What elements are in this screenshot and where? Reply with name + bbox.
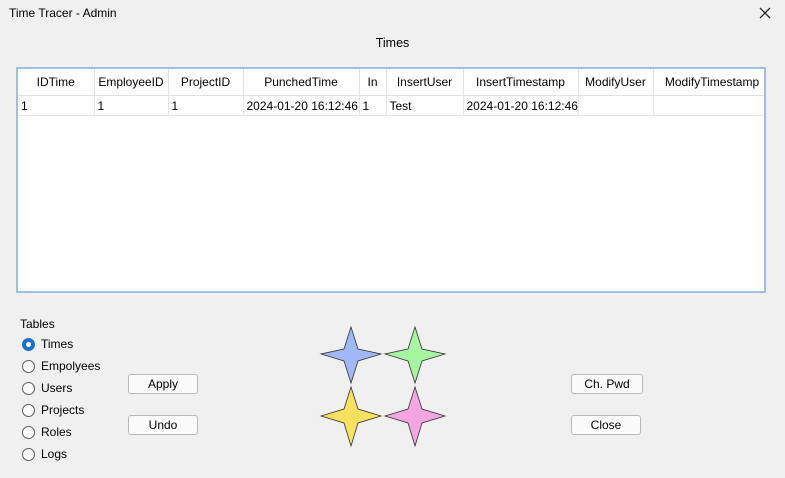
column-header[interactable]: In [359,69,387,96]
close-window-button[interactable] [750,0,780,26]
grid-header-row: IDTime EmployeeID ProjectID PunchedTime … [18,69,764,96]
change-password-button[interactable]: Ch. Pwd [571,374,643,394]
radio-button[interactable] [22,447,35,461]
radio-times[interactable]: Times [22,335,73,353]
grid-cell[interactable]: 1 [168,95,244,116]
star-icon-bottom-left [319,385,383,448]
column-header[interactable]: IDTime [18,69,95,96]
star-icon-bottom-right [383,385,447,448]
close-button[interactable]: Close [571,415,641,435]
grid-cell[interactable]: 1 [359,95,387,116]
radio-button[interactable] [22,403,35,417]
data-grid[interactable]: IDTime EmployeeID ProjectID PunchedTime … [16,67,766,293]
radio-projects[interactable]: Projects [22,401,84,419]
radio-button[interactable] [22,359,35,373]
radio-label: Empolyees [41,359,101,373]
title-bar: Time Tracer - Admin [0,0,785,28]
tables-group-label: Tables [20,317,55,331]
grid-cell[interactable]: 1 [94,95,169,116]
grid-cell[interactable]: 2024-01-20 16:12:46 [463,95,579,116]
grid-cell[interactable] [653,95,764,116]
star-icon-top-left [319,325,383,385]
grid-cell[interactable]: 2024-01-20 16:12:46 [243,95,360,116]
section-title: Times [375,36,410,50]
undo-button[interactable]: Undo [128,415,198,435]
radio-label: Logs [41,447,68,461]
radio-button[interactable] [22,425,35,439]
grid-cell[interactable]: 1 [18,95,95,116]
radio-logs[interactable]: Logs [22,445,67,463]
radio-users[interactable]: Users [22,379,72,397]
apply-button[interactable]: Apply [128,374,198,394]
window-title: Time Tracer - Admin [9,6,117,20]
column-header[interactable]: PunchedTime [243,69,360,96]
radio-label: Users [41,381,73,395]
star-icon-top-right [383,325,447,385]
grid-cell[interactable]: Test [386,95,464,116]
radio-empolyees[interactable]: Empolyees [22,357,100,375]
column-header[interactable]: InsertTimestamp [463,69,579,96]
column-header[interactable]: ProjectID [168,69,244,96]
stars-logo [319,325,447,448]
column-header[interactable]: InsertUser [386,69,464,96]
radio-label: Projects [41,403,85,417]
column-header[interactable]: ModifyUser [578,69,654,96]
radio-label: Times [41,337,74,351]
table-row[interactable]: 1 1 1 2024-01-20 16:12:46 1 Test 2024-01… [18,95,764,116]
radio-roles[interactable]: Roles [22,423,72,441]
grid-cell[interactable] [578,95,654,116]
radio-button-checked[interactable] [22,337,35,351]
radio-label: Roles [41,425,72,439]
close-icon [759,7,771,19]
column-header[interactable]: ModifyTimestamp [653,69,764,96]
column-header[interactable]: EmployeeID [94,69,169,96]
radio-button[interactable] [22,381,35,395]
